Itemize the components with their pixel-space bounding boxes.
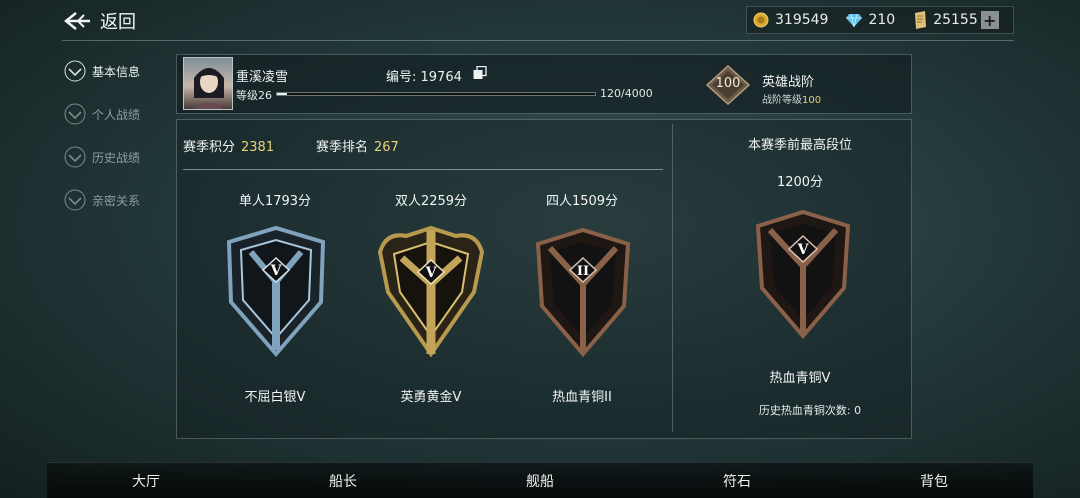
hero-rank-level-value: 100 bbox=[802, 95, 822, 106]
xp-progress-bar bbox=[276, 92, 596, 96]
diamond-nav-icon bbox=[64, 103, 86, 125]
sidebar-item-relationships[interactable]: 亲密关系 bbox=[64, 189, 140, 211]
best-rank-count: 历史热血青铜次数: 0 bbox=[758, 404, 862, 417]
season-rank-label: 赛季排名 bbox=[316, 140, 369, 155]
best-rank-tier: 热血青铜V bbox=[769, 371, 831, 386]
currency-gold: 319549 bbox=[753, 12, 828, 28]
gold-coin-icon bbox=[753, 12, 769, 28]
nav-runes[interactable]: 符石 bbox=[723, 471, 751, 491]
hero-rank-level: 战阶等级100 bbox=[762, 91, 821, 106]
diamond-icon bbox=[846, 13, 863, 27]
player-level: 等级26 bbox=[236, 89, 272, 102]
sidebar-item-label: 亲密关系 bbox=[92, 193, 141, 208]
portrait-image bbox=[194, 68, 224, 109]
solo-tier: 不屈白银V bbox=[244, 390, 306, 405]
nav-captain[interactable]: 船长 bbox=[329, 471, 357, 491]
solo-score: 单人1793分 bbox=[238, 194, 312, 209]
nav-ships[interactable]: 舰船 bbox=[526, 471, 554, 491]
ticket-value: 25155 bbox=[933, 12, 978, 28]
currency-bar: 319549 210 25155 + bbox=[746, 6, 1014, 34]
squad-score: 四人1509分 bbox=[545, 194, 619, 209]
back-label: 返回 bbox=[100, 12, 136, 33]
gold-value: 319549 bbox=[775, 12, 829, 28]
bronze-numeral: II bbox=[577, 264, 589, 279]
gold-rank-emblem-icon[interactable]: V bbox=[376, 222, 486, 362]
duo-tier: 英勇黄金V bbox=[400, 390, 462, 405]
squad-tier: 热血青铜II bbox=[552, 390, 612, 405]
back-arrow-icon bbox=[63, 12, 90, 30]
sidebar-item-history-record[interactable]: 历史战绩 bbox=[64, 146, 140, 168]
bottom-nav: 大厅 船长 舰船 符石 背包 bbox=[47, 462, 1033, 498]
diamond-nav-icon bbox=[64, 146, 86, 168]
hero-rank-title: 英雄战阶 bbox=[762, 75, 815, 90]
bronze-rank-emblem-icon[interactable]: II bbox=[528, 222, 638, 362]
xp-progress-fill bbox=[277, 93, 287, 95]
season-points: 赛季积分 2381 bbox=[183, 136, 274, 155]
season-divider bbox=[183, 169, 663, 170]
back-button[interactable]: 返回 bbox=[62, 6, 136, 36]
avatar[interactable] bbox=[183, 57, 233, 110]
best-bronze-rank-emblem-icon[interactable]: V bbox=[748, 204, 858, 344]
add-currency-button[interactable]: + bbox=[980, 11, 999, 30]
player-id: 编号: 19764 bbox=[386, 70, 462, 85]
sidebar-item-personal-record[interactable]: 个人战绩 bbox=[64, 103, 140, 125]
season-points-label: 赛季积分 bbox=[183, 140, 236, 155]
season-rank-value: 267 bbox=[374, 140, 399, 155]
panel-divider bbox=[672, 124, 673, 432]
gold-numeral: V bbox=[425, 265, 438, 281]
ticket-icon bbox=[915, 11, 927, 29]
hero-rank-level-prefix: 战阶等级 bbox=[762, 95, 802, 106]
nav-lobby[interactable]: 大厅 bbox=[132, 471, 160, 491]
xp-text: 120/4000 bbox=[600, 87, 653, 100]
currency-diamond: 210 bbox=[846, 12, 895, 28]
hero-rank-value: 100 bbox=[715, 76, 741, 91]
nav-backpack[interactable]: 背包 bbox=[920, 471, 948, 491]
best-numeral: V bbox=[797, 242, 810, 258]
season-rank: 赛季排名 267 bbox=[316, 136, 399, 155]
best-rank-score: 1200分 bbox=[776, 175, 824, 190]
sidebar-item-label: 历史战绩 bbox=[92, 150, 141, 165]
season-points-value: 2381 bbox=[241, 140, 275, 155]
duo-score: 双人2259分 bbox=[394, 194, 468, 209]
best-rank-title: 本赛季前最高段位 bbox=[747, 138, 852, 153]
silver-rank-emblem-icon[interactable]: V bbox=[221, 222, 331, 362]
sidebar-item-label: 个人战绩 bbox=[92, 107, 141, 122]
header-divider bbox=[62, 40, 1014, 41]
diamond-value: 210 bbox=[868, 12, 896, 28]
sidebar-item-basic-info[interactable]: 基本信息 bbox=[64, 60, 140, 82]
currency-ticket: 25155 bbox=[913, 11, 978, 29]
player-name: 重溪凌雪 bbox=[236, 70, 289, 85]
silver-numeral: V bbox=[270, 263, 283, 279]
sidebar-item-label: 基本信息 bbox=[92, 64, 141, 79]
diamond-nav-icon bbox=[64, 60, 86, 82]
copy-icon[interactable] bbox=[473, 66, 487, 80]
diamond-nav-icon bbox=[64, 189, 86, 211]
